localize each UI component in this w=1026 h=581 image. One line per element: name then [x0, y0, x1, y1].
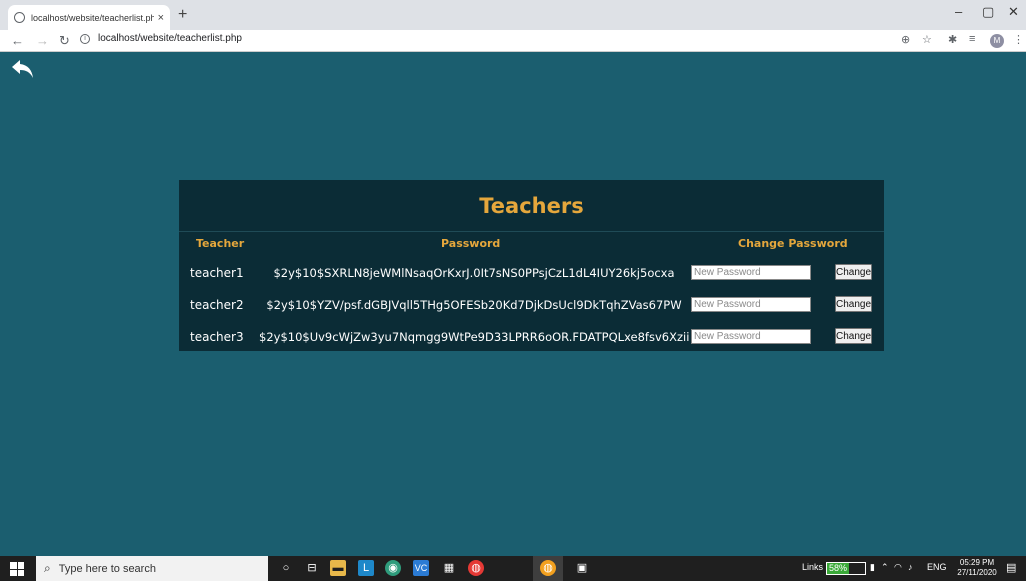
teacher-name: teacher2	[190, 298, 244, 312]
bookmark-star-icon[interactable]: ☆	[922, 33, 932, 46]
change-password-button[interactable]: Change	[835, 328, 872, 344]
windows-start-icon[interactable]	[10, 562, 24, 576]
cortana-icon[interactable]: ○	[278, 560, 294, 576]
app-l-icon[interactable]: L	[358, 560, 374, 576]
battery-indicator[interactable]: 58%	[826, 562, 866, 575]
teacher-name: teacher3	[190, 330, 244, 344]
teacher-name: teacher1	[190, 266, 244, 280]
new-tab-button[interactable]: +	[178, 6, 187, 24]
tab-close-button[interactable]: ×	[158, 12, 164, 24]
extensions-puzzle-icon[interactable]: ✱	[948, 33, 957, 46]
volume-icon[interactable]: ♪	[908, 562, 913, 572]
url-field[interactable]: i localhost/website/teacherlist.php	[80, 33, 242, 44]
back-arrow-icon[interactable]: ←	[11, 33, 24, 48]
maximize-button[interactable]: ▢	[982, 4, 994, 20]
page-title: Teachers	[479, 194, 584, 218]
photos-icon[interactable]: ▣	[574, 560, 590, 576]
close-window-button[interactable]: ✕	[1008, 4, 1019, 20]
password-hash: $2y$10$YZV/psf.dGBJVqll5THg5OFESb20Kd7Dj…	[266, 298, 682, 312]
reload-icon[interactable]: ↻	[59, 33, 70, 49]
clock-time: 05:29 PM	[959, 558, 995, 567]
profile-avatar[interactable]: M	[990, 34, 1004, 48]
clock-date: 27/11/2020	[957, 568, 997, 577]
zoom-icon[interactable]: ⊕	[901, 33, 910, 46]
new-password-input[interactable]	[691, 265, 811, 280]
calculator-icon[interactable]: ▦	[441, 560, 457, 576]
undo-back-icon[interactable]	[10, 58, 36, 80]
language-indicator[interactable]: ENG	[927, 562, 947, 572]
teachers-panel: Teachers Teacher Password Change Passwor…	[179, 180, 884, 351]
password-hash: $2y$10$Uv9cWjZw3yu7Nqmgg9WtPe9D33LPRR6oO…	[259, 330, 690, 344]
info-icon[interactable]: i	[80, 33, 90, 44]
tray-chevron-up-icon[interactable]: ⌃	[881, 562, 889, 573]
forward-arrow-icon[interactable]: →	[36, 33, 49, 48]
minimize-button[interactable]: –	[955, 4, 962, 19]
windows-taskbar: ⌕ Type here to search ○ ⊟ ▬ L ◉ VC ▦ ◍ ◍…	[0, 556, 1026, 581]
wifi-icon[interactable]: ◠	[894, 562, 902, 573]
system-clock[interactable]: 05:29 PM 27/11/2020	[955, 558, 999, 578]
column-header-password: Password	[441, 237, 501, 250]
column-header-change-password: Change Password	[738, 237, 848, 250]
search-icon: ⌕	[44, 561, 51, 575]
task-view-icon[interactable]: ⊟	[304, 560, 320, 576]
header-divider	[179, 231, 884, 232]
change-password-button[interactable]: Change	[835, 264, 872, 280]
browser-app-icon[interactable]: ◉	[385, 560, 401, 576]
browser-tab[interactable]: localhost/website/teacherlist.php ×	[8, 5, 170, 30]
taskbar-search-box[interactable]: ⌕ Type here to search	[36, 556, 268, 581]
browser-menu-icon[interactable]: ⋮	[1013, 33, 1024, 46]
change-password-button[interactable]: Change	[835, 296, 872, 312]
battery-level: 58%	[827, 563, 850, 574]
new-password-input[interactable]	[691, 329, 811, 344]
globe-icon	[14, 12, 25, 23]
url-text: localhost/website/teacherlist.php	[98, 33, 242, 44]
column-header-teacher: Teacher	[196, 237, 245, 250]
reading-list-icon[interactable]: ≡	[969, 33, 975, 45]
new-password-input[interactable]	[691, 297, 811, 312]
browser-address-bar: ← → ↻ i localhost/website/teacherlist.ph…	[0, 30, 1026, 52]
browser-tab-bar: localhost/website/teacherlist.php × + – …	[0, 0, 1026, 30]
file-explorer-icon[interactable]: ▬	[330, 560, 346, 576]
battery-cap-icon: ▮	[870, 562, 875, 572]
chrome-active-icon[interactable]: ◍	[540, 560, 556, 576]
notification-center-icon[interactable]: ▤	[1006, 561, 1016, 574]
links-label[interactable]: Links	[802, 562, 823, 572]
password-hash: $2y$10$SXRLN8jeWMlNsaqOrKxrJ.0It7sNS0PPs…	[273, 266, 675, 280]
tab-title: localhost/website/teacherlist.php	[31, 12, 154, 23]
vscode-icon[interactable]: VC	[413, 560, 429, 576]
chrome-icon[interactable]: ◍	[468, 560, 484, 576]
taskbar-search-placeholder: Type here to search	[58, 562, 156, 575]
